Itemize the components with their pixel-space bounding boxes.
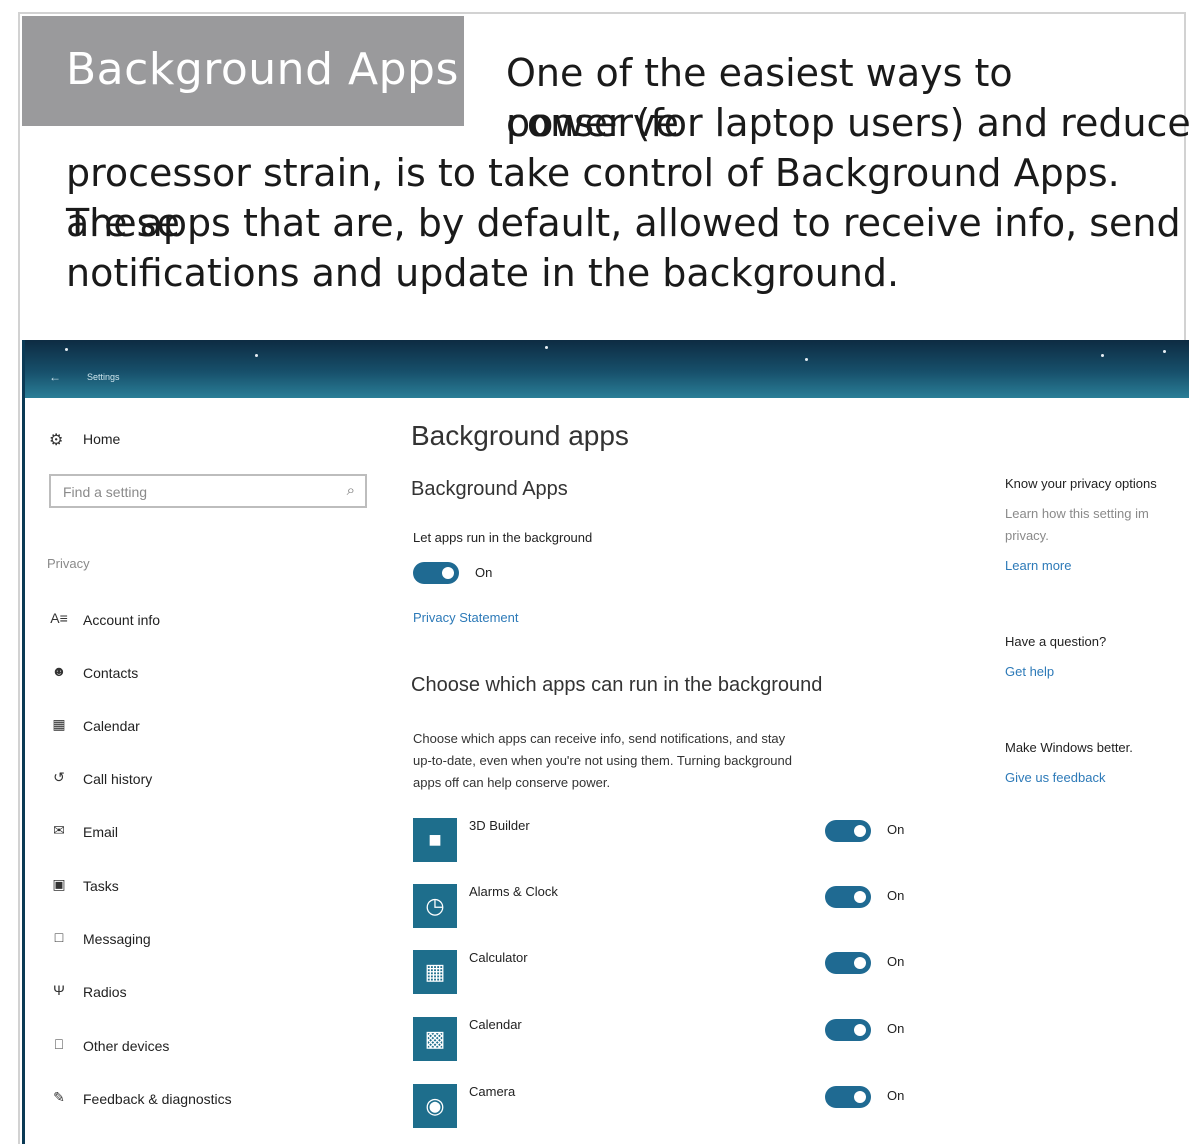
app-toggle-state: On — [887, 822, 905, 837]
calculator-icon: ▦ — [413, 950, 457, 994]
radios-icon: Ψ — [53, 982, 65, 998]
search-icon: ⌕ — [346, 482, 355, 499]
sidebar-item-label: Radios — [83, 984, 127, 1000]
app-toggle[interactable] — [825, 952, 871, 974]
description-line: Choose which apps can receive info, send… — [413, 731, 786, 746]
section-title: Background Apps — [411, 478, 568, 500]
tasks-icon: ▣ — [52, 876, 66, 892]
email-icon: ✉ — [53, 822, 65, 838]
choose-apps-description: Choose which apps can receive info, send… — [413, 728, 933, 794]
3d-builder-icon: ■ — [413, 818, 457, 862]
app-name: Calculator — [469, 950, 528, 965]
app-name: Calendar — [469, 1017, 522, 1032]
window-title: Settings — [87, 372, 120, 382]
privacy-statement-link[interactable]: Privacy Statement — [413, 610, 519, 625]
page-title: Background apps — [411, 420, 629, 451]
app-toggle-state: On — [887, 1088, 905, 1103]
app-name: Camera — [469, 1084, 516, 1099]
give-feedback-link[interactable]: Give us feedback — [1005, 770, 1105, 785]
intro-line-2: power (for laptop users) and reduce — [506, 101, 1191, 145]
background-apps-toggle[interactable] — [413, 562, 459, 584]
app-toggle-state: On — [887, 1021, 905, 1036]
call-history-icon: ↺ — [53, 769, 65, 785]
other-devices-icon: ⎕ — [54, 1036, 64, 1052]
learn-more-link[interactable]: Learn more — [1005, 558, 1071, 573]
calendar-icon: ▦ — [52, 716, 66, 732]
section-tag-label: Background Apps — [66, 44, 459, 95]
messaging-icon: □ — [54, 929, 64, 945]
search-input[interactable]: Find a setting ⌕ — [49, 474, 367, 508]
make-windows-better-heading: Make Windows better. — [1005, 740, 1133, 755]
privacy-options-text: privacy. — [1005, 528, 1049, 543]
sidebar-section-privacy: Privacy — [47, 556, 90, 571]
feedback-icon: ✎ — [53, 1089, 65, 1105]
sidebar-item-label: Feedback & diagnostics — [83, 1091, 232, 1107]
intro-line-5: notifications and update in the backgrou… — [66, 251, 900, 295]
let-apps-label: Let apps run in the background — [413, 530, 593, 545]
description-line: up-to-date, even when you're not using t… — [413, 753, 792, 768]
sidebar-item-label: Call history — [83, 771, 153, 787]
camera-icon: ◉ — [413, 1084, 457, 1128]
settings-screenshot: ← Settings ⚙ Home Find a setting ⌕ Priva… — [22, 340, 1189, 1144]
app-name: 3D Builder — [469, 818, 530, 833]
sidebar-item-label: Email — [83, 824, 119, 840]
sidebar-item-label: Contacts — [83, 665, 139, 681]
toggle-state-label: On — [475, 565, 493, 580]
intro-line-4: are apps that are, by default, allowed t… — [66, 201, 1181, 245]
app-name: Alarms & Clock — [469, 884, 558, 899]
app-toggle[interactable] — [825, 820, 871, 842]
description-line: apps off can help conserve power. — [413, 775, 611, 790]
get-help-link[interactable]: Get help — [1005, 664, 1054, 679]
sidebar-item-label: Calendar — [83, 718, 140, 734]
sidebar-item-label: Account info — [83, 612, 161, 628]
title-bar: ← Settings — [25, 340, 1189, 398]
search-placeholder: Find a setting — [63, 484, 148, 500]
app-toggle-state: On — [887, 954, 905, 969]
home-gear-icon: ⚙ — [49, 432, 64, 449]
app-toggle[interactable] — [825, 1086, 871, 1108]
sidebar-item-label: Messaging — [83, 931, 151, 947]
alarm-clock-icon: ◷ — [413, 884, 457, 928]
sidebar-item-label: Other devices — [83, 1038, 170, 1054]
section-tag: Background Apps — [22, 16, 464, 126]
calendar-app-icon: ▩ — [413, 1017, 457, 1061]
contacts-icon: ☻ — [51, 663, 67, 679]
choose-apps-heading: Choose which apps can run in the backgro… — [411, 674, 823, 696]
privacy-options-heading: Know your privacy options — [1005, 476, 1157, 491]
privacy-options-text: Learn how this setting im — [1005, 506, 1149, 521]
app-toggle-state: On — [887, 888, 905, 903]
account-info-icon: A≡ — [50, 610, 68, 626]
app-toggle[interactable] — [825, 886, 871, 908]
back-arrow-icon[interactable]: ← — [49, 370, 61, 384]
sidebar-item-label: Tasks — [83, 878, 119, 894]
app-toggle[interactable] — [825, 1019, 871, 1041]
sidebar-home[interactable]: Home — [83, 431, 120, 447]
question-heading: Have a question? — [1005, 634, 1107, 649]
